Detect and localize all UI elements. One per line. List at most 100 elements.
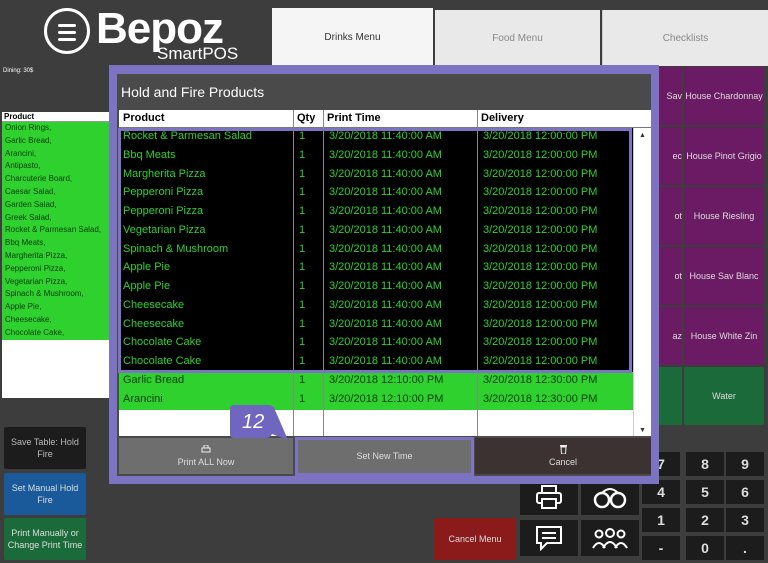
cancel-button[interactable]: Cancel <box>475 438 651 474</box>
print-manually-button[interactable]: Print Manually or Change Print Time <box>4 518 86 560</box>
key-5[interactable]: 5 <box>686 480 724 504</box>
cancel-menu-button[interactable]: Cancel Menu <box>434 518 516 560</box>
save-table-hold-fire-button[interactable]: Save Table: Hold Fire <box>4 427 86 469</box>
scroll-up-icon[interactable]: ▲ <box>639 132 646 139</box>
key-6[interactable]: 6 <box>726 480 764 504</box>
message-icon[interactable] <box>520 520 578 556</box>
key-0[interactable]: 0 <box>686 536 724 560</box>
handcuffs-icon[interactable] <box>581 479 639 515</box>
order-item[interactable]: Antipasto, <box>5 160 110 173</box>
order-item[interactable]: Vegetarian Pizza, <box>5 276 110 289</box>
delivery-cell: 3/20/2018 12:00:00 PM <box>483 355 598 367</box>
table-row[interactable]: Chocolate Cake 1 3/20/2018 11:40:00 AM 3/20… <box>119 334 633 353</box>
product-sliver[interactable]: ot <box>658 247 682 305</box>
delivery-cell: 3/20/2018 12:00:00 PM <box>483 223 598 236</box>
house-chardonnay-button[interactable]: House Chardonnay <box>684 67 764 125</box>
scroll-down-icon[interactable]: ▼ <box>639 427 646 434</box>
house-pinot-grigio-button[interactable]: House Pinot Grigio <box>684 127 764 185</box>
order-item[interactable]: Greek Salad, <box>5 212 110 225</box>
column-product: Product <box>123 112 165 124</box>
table-row[interactable]: Bbq Meats 1 3/20/2018 11:40:00 AM 3/20/2018… <box>119 147 633 166</box>
order-item[interactable]: Chocolate Cake, <box>5 327 110 340</box>
menu-icon[interactable] <box>44 8 90 54</box>
table-row[interactable]: Margherita Pizza 1 3/20/2018 11:40:00 AM 3/… <box>119 166 633 185</box>
order-item[interactable]: Margherita Pizza, <box>5 250 110 263</box>
product-sliver[interactable]: az <box>658 307 682 365</box>
product-sliver[interactable]: Sav <box>658 67 682 125</box>
held-rows: Rocket & Parmesan Salad 1 3/20/2018 11:40:… <box>119 128 633 372</box>
printer-icon[interactable] <box>520 479 578 515</box>
qty-cell: 1 <box>299 130 306 142</box>
order-item[interactable]: Caesar Salad, <box>5 186 110 199</box>
product-sliver[interactable]: ot <box>658 187 682 245</box>
key-1[interactable]: 1 <box>642 508 680 532</box>
key-8[interactable]: 8 <box>686 452 724 476</box>
qty-cell: 1 <box>299 317 306 330</box>
callout-number: 12 <box>242 411 265 433</box>
order-item[interactable]: Garlic Bread, <box>5 135 110 148</box>
product-sliver[interactable] <box>658 367 682 425</box>
print-time-cell: 3/20/2018 11:40:00 AM <box>329 298 442 311</box>
table-row[interactable]: Apple Pie 1 3/20/2018 11:40:00 AM 3/20/2018… <box>119 278 633 297</box>
table-row[interactable]: Pepperoni Pizza 1 3/20/2018 11:40:00 AM 3/2… <box>119 184 633 203</box>
delivery-cell: 3/20/2018 12:00:00 PM <box>483 336 598 349</box>
key-minus[interactable]: - <box>642 536 680 560</box>
order-item[interactable]: Spinach & Mushroom, <box>5 288 110 301</box>
product-sliver[interactable]: ec <box>658 127 682 185</box>
order-list[interactable]: Onion Rings, Garlic Bread, Arancini, Antipa… <box>2 122 110 340</box>
product-cell: Bbq Meats <box>123 148 176 161</box>
print-time-cell: 3/20/2018 11:40:00 AM <box>329 223 442 236</box>
delivery-cell: 3/20/2018 12:00:00 PM <box>483 167 598 180</box>
tab-checklists[interactable]: Checklists <box>602 10 768 66</box>
product-cell: Pepperoni Pizza <box>123 186 204 199</box>
column-divider <box>293 110 294 436</box>
product-cell: Cheesecake <box>123 317 185 330</box>
other-rows: Garlic Bread 1 3/20/2018 12:10:00 PM 3/20/2… <box>119 372 633 410</box>
table-row[interactable]: Arancini 1 3/20/2018 12:10:00 PM 3/20/2018 … <box>119 391 633 410</box>
key-2[interactable]: 2 <box>686 508 724 532</box>
table-row[interactable]: Apple Pie 1 3/20/2018 11:40:00 AM 3/20/2018… <box>119 259 633 278</box>
tab-food-menu[interactable]: Food Menu <box>435 10 600 66</box>
dining-label: Dining: 30$ <box>3 68 34 74</box>
table-row[interactable]: Spinach & Mushroom 1 3/20/2018 11:40:00 AM… <box>119 241 633 260</box>
order-item[interactable]: Garden Salad, <box>5 199 110 212</box>
tab-drinks-menu[interactable]: Drinks Menu <box>272 8 433 66</box>
table-row[interactable]: Rocket & Parmesan Salad 1 3/20/2018 11:40:… <box>119 128 633 147</box>
qty-cell: 1 <box>299 223 306 236</box>
table-row[interactable]: Garlic Bread 1 3/20/2018 12:10:00 PM 3/20/2… <box>119 372 633 391</box>
delivery-cell: 3/20/2018 12:00:00 PM <box>483 130 598 142</box>
order-item[interactable]: Arancini, <box>5 148 110 161</box>
table-row[interactable]: Pepperoni Pizza 1 3/20/2018 11:40:00 AM 3/2… <box>119 203 633 222</box>
key-3[interactable]: 3 <box>726 508 764 532</box>
table-scrollbar[interactable]: ▲ ▼ <box>633 128 651 436</box>
group-icon[interactable] <box>581 520 639 556</box>
qty-cell: 1 <box>299 205 306 217</box>
qty-cell: 1 <box>299 336 306 349</box>
table-row[interactable]: Cheesecake 1 3/20/2018 11:40:00 AM 3/20/201… <box>119 297 633 316</box>
order-item[interactable]: Rocket & Parmesan Salad, <box>5 224 110 237</box>
water-button[interactable]: Water <box>684 367 764 425</box>
key-9[interactable]: 9 <box>726 452 764 476</box>
order-item[interactable]: Apple Pie, <box>5 301 110 314</box>
order-item[interactable]: Onion Rings, <box>5 122 110 135</box>
house-sav-blanc-button[interactable]: House Sav Blanc <box>684 247 764 305</box>
table-row[interactable]: Cheesecake 1 3/20/2018 11:40:00 AM 3/20/201… <box>119 316 633 335</box>
print-time-cell: 3/20/2018 11:40:00 AM <box>329 205 442 217</box>
order-item[interactable]: Pepperoni Pizza, <box>5 263 110 276</box>
table-row[interactable]: Vegetarian Pizza 1 3/20/2018 11:40:00 AM 3/… <box>119 222 633 241</box>
order-item[interactable]: Cheesecake, <box>5 314 110 327</box>
product-cell: Chocolate Cake <box>123 355 202 367</box>
qty-cell: 1 <box>299 374 306 386</box>
key-dot[interactable]: . <box>726 536 764 560</box>
set-manual-hold-fire-button[interactable]: Set Manual Hold Fire <box>4 473 86 515</box>
house-white-zin-button[interactable]: House White Zin <box>684 307 764 365</box>
order-item[interactable]: Charcuterie Board, <box>5 173 110 186</box>
print-time-cell: 3/20/2018 12:10:00 PM <box>329 374 444 386</box>
step-callout: 12 <box>228 404 290 442</box>
print-all-now-button[interactable]: Print ALL Now <box>119 438 293 474</box>
brand-logo: Bepoz SmartPOS <box>0 0 272 66</box>
print-time-cell: 3/20/2018 11:40:00 AM <box>329 317 442 330</box>
table-row[interactable]: Chocolate Cake 1 3/20/2018 11:40:00 AM 3/20… <box>119 353 633 372</box>
order-item[interactable]: Bbq Meats, <box>5 237 110 250</box>
house-riesling-button[interactable]: House Riesling <box>684 187 764 245</box>
